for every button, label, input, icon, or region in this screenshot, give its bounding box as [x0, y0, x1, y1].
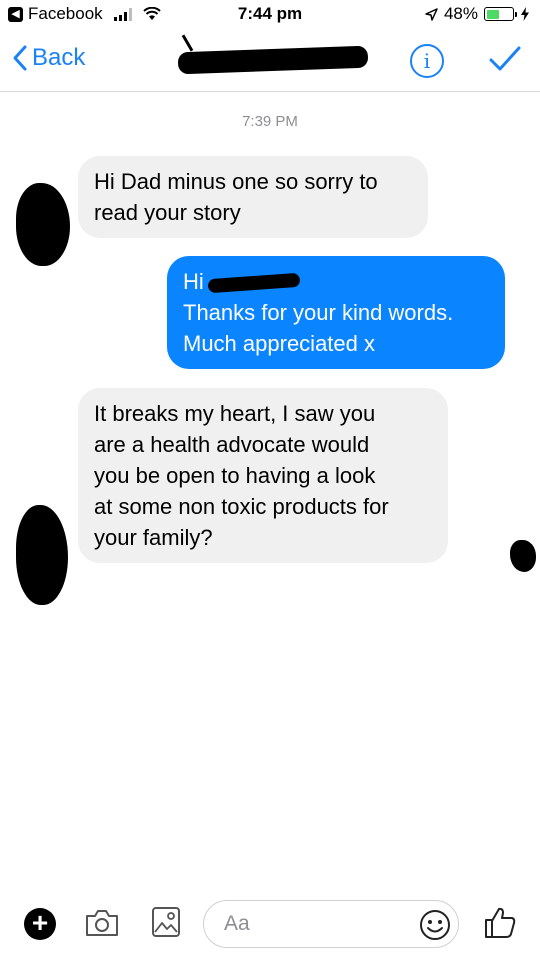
back-button[interactable]: Back — [12, 44, 85, 72]
camera-icon[interactable] — [84, 908, 120, 938]
status-bar: ◀ Facebook 7:44 pm 48% — [0, 0, 540, 32]
message-input-field[interactable] — [203, 900, 459, 948]
message-line: your family? — [94, 525, 213, 550]
message-line: It breaks my heart, I saw you — [94, 401, 376, 426]
thumbs-up-icon[interactable] — [482, 904, 518, 940]
message-line: Hi Dad minus one so sorry to — [94, 169, 378, 194]
message-composer: + — [0, 892, 540, 960]
message-timestamp: 7:39 PM — [242, 113, 298, 130]
incoming-message-1[interactable]: Hi Dad minus one so sorry to read your s… — [78, 156, 428, 238]
message-greeting: Hi — [183, 269, 204, 294]
back-chevron-icon — [13, 45, 27, 71]
recipient-name-redacted — [207, 272, 301, 294]
info-icon[interactable]: i — [410, 44, 444, 78]
message-input[interactable] — [224, 912, 404, 936]
location-arrow-icon — [425, 7, 438, 21]
message-greeting-line: Hi — [183, 266, 489, 297]
message-line: at some non toxic products for — [94, 494, 389, 519]
charging-bolt-icon — [521, 7, 529, 21]
conversation-header: Back i — [0, 32, 540, 92]
plus-icon[interactable]: + — [24, 908, 56, 940]
message-line: are a health advocate would — [94, 432, 370, 457]
message-line: Much appreciated x — [183, 331, 375, 356]
battery-icon — [484, 7, 517, 21]
emoji-icon[interactable] — [419, 909, 451, 941]
photo-icon[interactable] — [151, 906, 181, 938]
seen-indicator-avatar-redacted — [510, 540, 536, 572]
sender-avatar-redacted[interactable] — [16, 183, 70, 266]
back-label: Back — [32, 44, 86, 71]
outgoing-message-1[interactable]: Hi Thanks for your kind words. Much appr… — [167, 256, 505, 369]
checkmark-icon[interactable] — [488, 44, 522, 74]
message-line: you be open to having a look — [94, 463, 376, 488]
status-right: 48% — [425, 4, 530, 24]
battery-percent: 48% — [443, 4, 478, 23]
message-line: read your story — [94, 200, 241, 225]
sender-avatar-redacted[interactable] — [16, 505, 68, 605]
message-line: Thanks for your kind words. — [183, 300, 454, 325]
incoming-message-2[interactable]: It breaks my heart, I saw you are a heal… — [78, 388, 448, 563]
battery-level — [486, 9, 499, 19]
